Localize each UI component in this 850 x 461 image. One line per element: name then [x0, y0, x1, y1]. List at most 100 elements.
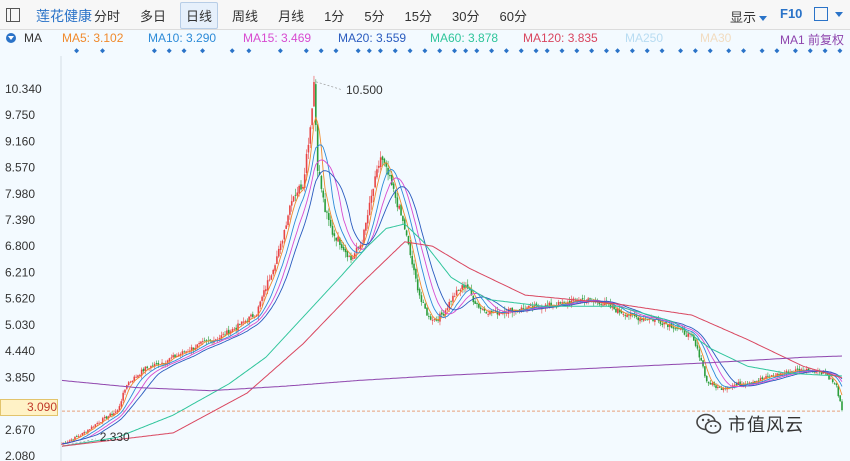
- layout-square-icon[interactable]: [814, 7, 828, 21]
- candle-body: [705, 375, 708, 382]
- event-marker[interactable]: [333, 48, 339, 54]
- event-marker[interactable]: [74, 48, 80, 54]
- f10-button[interactable]: F10: [780, 6, 802, 21]
- candle-body: [696, 345, 699, 349]
- event-marker[interactable]: [544, 48, 550, 54]
- tab-15min[interactable]: 15分: [399, 2, 438, 29]
- candle-body: [839, 395, 841, 402]
- display-dropdown[interactable]: 显示: [730, 7, 768, 26]
- candle-body: [252, 314, 254, 317]
- candle-body: [374, 176, 376, 188]
- ma-collapse-icon[interactable]: [6, 33, 16, 43]
- event-marker[interactable]: [355, 48, 361, 54]
- candle-body: [476, 303, 478, 305]
- event-marker[interactable]: [807, 48, 813, 54]
- event-marker[interactable]: [229, 48, 235, 54]
- event-marker[interactable]: [303, 48, 309, 54]
- event-marker[interactable]: [678, 48, 684, 54]
- ma10-line: [61, 144, 843, 445]
- event-marker[interactable]: [759, 48, 765, 54]
- ma-title[interactable]: MA: [24, 31, 42, 45]
- tab-daily[interactable]: 日线: [180, 1, 219, 29]
- candle-body: [474, 301, 476, 304]
- event-marker[interactable]: [437, 48, 443, 54]
- event-marker[interactable]: [166, 48, 172, 54]
- event-marker[interactable]: [100, 48, 105, 54]
- event-marker[interactable]: [774, 48, 780, 54]
- tab-60min[interactable]: 60分: [493, 2, 532, 29]
- event-marker[interactable]: [474, 48, 480, 54]
- tab-1min[interactable]: 1分: [318, 2, 350, 29]
- event-marker[interactable]: [422, 48, 428, 54]
- candle-body: [398, 205, 400, 209]
- candle-body: [416, 279, 419, 291]
- event-marker[interactable]: [741, 48, 747, 54]
- candle-body: [320, 175, 323, 189]
- stock-name[interactable]: 莲花健康: [36, 6, 92, 26]
- event-marker[interactable]: [603, 48, 609, 54]
- candle-body: [841, 401, 843, 411]
- event-marker[interactable]: [629, 48, 635, 54]
- event-marker[interactable]: [692, 48, 698, 54]
- candle-body: [820, 372, 823, 375]
- event-marker[interactable]: [463, 48, 469, 54]
- event-marker[interactable]: [822, 48, 828, 54]
- event-marker[interactable]: [644, 48, 650, 54]
- candle-body: [168, 358, 171, 362]
- event-marker[interactable]: [392, 48, 398, 54]
- event-marker[interactable]: [659, 48, 665, 54]
- event-marker[interactable]: [726, 48, 732, 54]
- event-marker[interactable]: [518, 48, 524, 54]
- candle-body: [259, 301, 262, 307]
- candle-body: [200, 341, 202, 344]
- candle-body: [88, 429, 91, 431]
- event-marker[interactable]: [318, 48, 324, 54]
- event-marker[interactable]: [181, 48, 187, 54]
- tab-monthly[interactable]: 月线: [272, 2, 310, 29]
- event-marker[interactable]: [559, 48, 565, 54]
- event-marker[interactable]: [615, 48, 621, 54]
- sidebar-toggle-icon[interactable]: [6, 8, 20, 22]
- candle-body: [500, 313, 502, 314]
- candle-body: [831, 379, 834, 383]
- event-marker[interactable]: [707, 48, 713, 54]
- tab-intraday[interactable]: 分时: [88, 2, 126, 29]
- event-marker[interactable]: [489, 48, 495, 54]
- y-tick-label: 6.210: [5, 265, 35, 279]
- event-marker[interactable]: [452, 48, 458, 54]
- event-marker[interactable]: [377, 48, 383, 54]
- tab-30min[interactable]: 30分: [446, 2, 485, 29]
- tab-5min[interactable]: 5分: [358, 2, 390, 29]
- candle-body: [429, 316, 432, 320]
- event-marker[interactable]: [200, 48, 206, 54]
- current-price-tag: 3.090: [0, 399, 58, 416]
- y-tick-label: 5.620: [5, 292, 35, 306]
- event-marker[interactable]: [503, 48, 509, 54]
- event-marker[interactable]: [533, 48, 539, 54]
- event-marker[interactable]: [151, 48, 157, 54]
- event-marker[interactable]: [589, 48, 595, 54]
- event-marker[interactable]: [246, 48, 252, 54]
- event-marker[interactable]: [792, 48, 798, 54]
- event-marker[interactable]: [837, 48, 843, 54]
- candle-body: [142, 368, 145, 372]
- event-marker[interactable]: [366, 48, 372, 54]
- tab-weekly[interactable]: 周线: [226, 2, 264, 29]
- candle-body: [561, 302, 564, 304]
- candle-body: [329, 219, 332, 227]
- candle-body: [309, 127, 312, 144]
- tab-multi-day[interactable]: 多日: [134, 2, 172, 29]
- event-marker[interactable]: [574, 48, 580, 54]
- layout-chevron-down-icon[interactable]: [835, 12, 843, 17]
- event-marker[interactable]: [277, 48, 283, 54]
- candle-body: [672, 327, 675, 329]
- candlestick-chart[interactable]: 10.340 9.750 9.160 8.570 7.980 7.390 6.800 6.21…: [0, 56, 850, 461]
- chevron-down-icon: [759, 16, 768, 22]
- candle-body: [322, 190, 325, 198]
- candle-body: [481, 309, 484, 310]
- y-tick-label: 8.570: [5, 161, 35, 175]
- candle-body: [155, 363, 158, 364]
- event-marker[interactable]: [407, 48, 413, 54]
- candle-body: [461, 285, 463, 290]
- candle-body: [835, 383, 838, 386]
